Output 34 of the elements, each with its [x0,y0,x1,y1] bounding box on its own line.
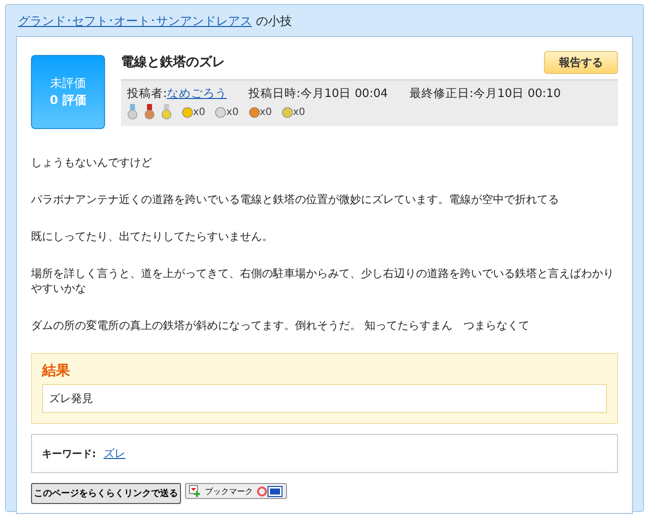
body-paragraph: ダムの所の変電所の真上の鉄塔が斜めになってます。倒れそうだ。 知ってたらすまん つまらなくて [31,318,530,333]
bookmark-add-icon [189,485,201,497]
game-link[interactable]: グランド･セフト･オート･サンアンドレアス [18,14,252,28]
medal-icon [161,104,172,120]
keyword-label: キーワード: [42,449,96,460]
report-button[interactable]: 報告する [544,51,618,74]
body-paragraph: 場所を詳しく言うと、道を上がってきて、右側の駐車場からみて、少し右辺りの道路を跨いでいる鉄塔と言えばわかりやすいかな [31,266,615,296]
badge-count: x0 [292,106,306,118]
body-paragraph: しょうもないんですけど [31,155,153,170]
result-heading: 結果 [42,362,71,380]
breadcrumb-suffix: の小技 [256,14,292,28]
poster-label: 投稿者: [127,86,167,100]
badge-icon [182,106,193,118]
badge-count: x0 [226,106,239,118]
badge-icon [282,106,293,118]
posted-date: 投稿日時:今月10日 00:04 [248,86,388,100]
badge-count: x0 [260,106,272,118]
badge-icon [215,106,226,118]
bookmark-service-icons [257,486,283,496]
badge-count: x0 [193,106,206,118]
post-title: 電線と鉄塔のズレ [121,54,225,71]
send-link-button[interactable]: このページをらくらくリンクで送る [31,483,181,504]
body-paragraph: 既にしってたり、出てたりしてたらすいません。 [31,229,274,244]
poster-link[interactable]: なめごろう [166,86,227,100]
result-text: ズレ発見 [42,384,607,413]
rating-status: 未評価 [50,75,86,92]
bookmark-button[interactable]: ブックマーク [185,483,287,499]
medal-icon [144,104,155,120]
rating-count: 0 評価 [50,92,86,109]
modified-date: 最終修正日:今月10日 00:10 [410,86,561,100]
body-paragraph: パラボナアンテナ近くの道路を跨いでいる電線と鉄塔の位置が微妙にズレています。電線が空中で折れてる [31,192,560,207]
badge-icon [248,106,260,118]
keyword-link[interactable]: ズレ [104,447,126,460]
medal-icon [127,104,138,120]
